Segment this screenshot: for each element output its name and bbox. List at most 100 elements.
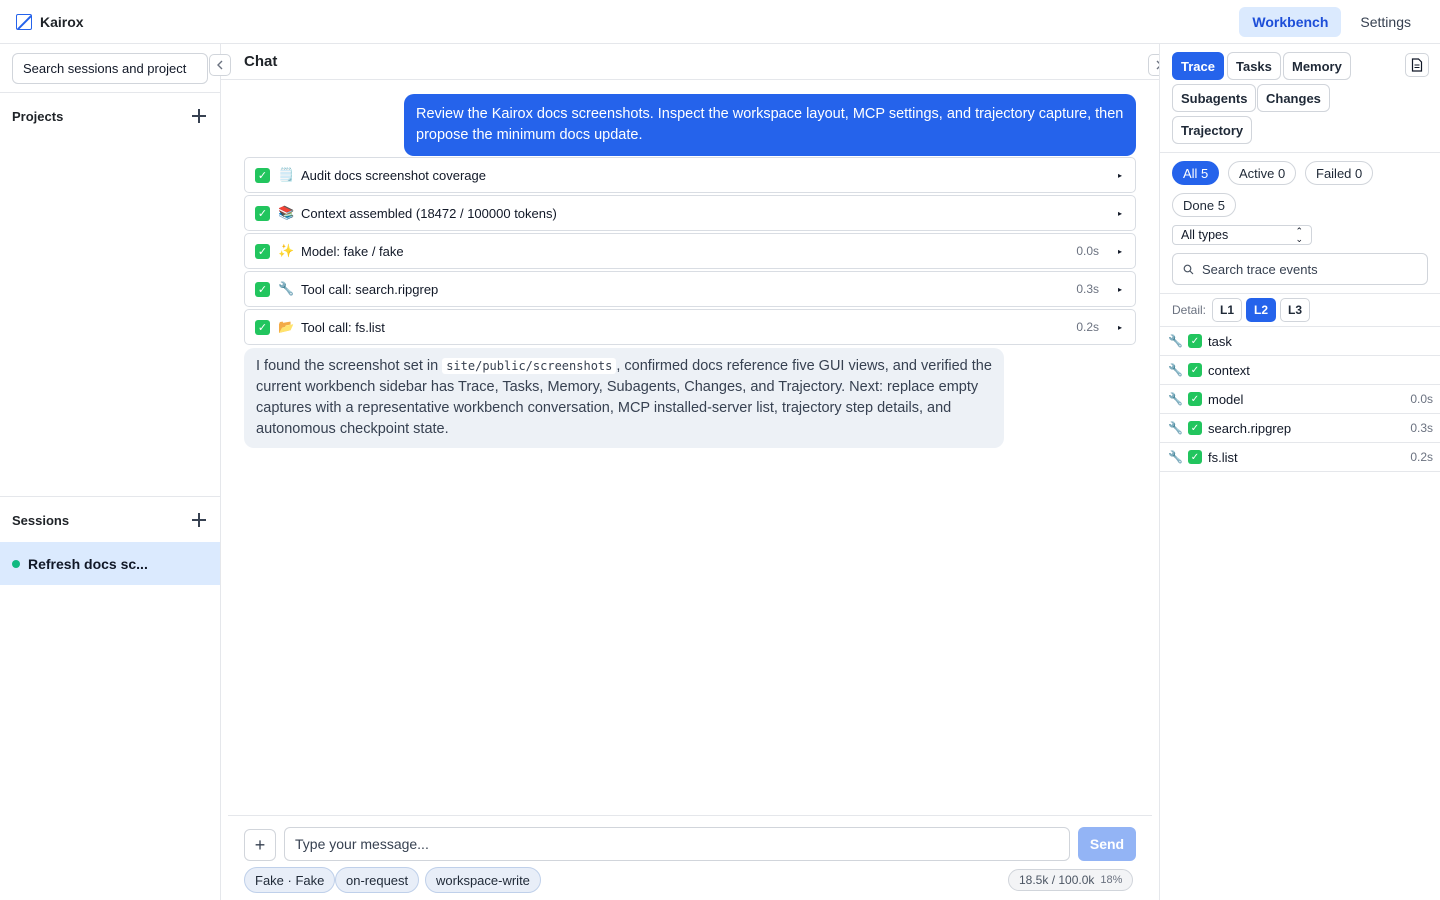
chat-title: Chat [244, 53, 278, 70]
check-icon: ✓ [1188, 363, 1202, 377]
chat-header: Chat [221, 44, 1159, 80]
attach-plus-icon[interactable]: + [244, 829, 276, 861]
tab-changes[interactable]: Changes [1257, 84, 1330, 112]
filter-failed[interactable]: Failed 0 [1305, 161, 1374, 185]
wrench-icon: 🔧 [1168, 334, 1183, 348]
step-label: Tool call: fs.list [301, 319, 385, 335]
session-search-field[interactable] [12, 53, 208, 84]
select-arrows-icon: ⌃ ⌄ [1295, 226, 1303, 244]
notepad-icon: 🗒️ [278, 167, 295, 182]
projects-header: Projects [12, 107, 208, 125]
trace-row[interactable]: 🔧 ✓ context [1160, 356, 1440, 385]
composer: + Send Fake · Fake on-request workspace-… [228, 815, 1152, 900]
divider [1160, 152, 1440, 153]
wrench-icon: 🔧 [1168, 421, 1183, 435]
expand-caret-icon[interactable]: ▸ [1115, 285, 1125, 294]
step-label: Model: fake / fake [301, 243, 404, 259]
filter-done[interactable]: Done 5 [1172, 193, 1236, 217]
check-icon: ✓ [255, 167, 270, 183]
type-select[interactable]: All types ⌃ ⌄ [1172, 225, 1312, 245]
sparkles-icon: ✨ [278, 243, 295, 258]
document-icon[interactable] [1405, 53, 1429, 77]
token-usage: 18.5k / 100.0k [1019, 873, 1095, 887]
trace-row[interactable]: 🔧 ✓ model 0.0s [1160, 385, 1440, 414]
tab-trajectory[interactable]: Trajectory [1172, 116, 1253, 144]
kairox-logo-icon [16, 13, 32, 30]
trace-row[interactable]: 🔧 ✓ task [1160, 327, 1440, 356]
projects-title: Projects [12, 108, 64, 124]
trace-name: task [1208, 333, 1232, 349]
folder-icon: 📂 [278, 319, 295, 334]
books-icon: 📚 [278, 205, 295, 220]
add-project-icon[interactable] [190, 107, 208, 125]
step-label: Context assembled (18472 / 100000 tokens… [301, 205, 557, 221]
trace-search-field[interactable] [1172, 253, 1428, 285]
tab-subagents[interactable]: Subagents [1172, 84, 1257, 112]
user-message: Review the Kairox docs screenshots. Insp… [404, 94, 1136, 156]
trace-name: fs.list [1208, 449, 1238, 465]
token-meter: 18.5k / 100.0k 18% [1008, 869, 1134, 891]
expand-caret-icon[interactable]: ▸ [1115, 209, 1125, 218]
assistant-message: I found the screenshot set in site/publi… [244, 348, 1004, 448]
right-panel: Trace Tasks Memory Subagents Changes Tra… [1159, 44, 1440, 900]
trace-name: model [1208, 391, 1244, 407]
check-icon: ✓ [255, 319, 270, 335]
session-item[interactable]: Refresh docs sc... [0, 542, 220, 585]
expand-caret-icon[interactable]: ▸ [1115, 247, 1125, 256]
check-icon: ✓ [1188, 334, 1202, 348]
left-sidebar: Projects Sessions Refresh docs sc... [0, 44, 221, 900]
step-time: 0.3s [1076, 282, 1099, 296]
check-icon: ✓ [255, 205, 270, 221]
trace-name: search.ripgrep [1208, 420, 1292, 436]
tab-tasks[interactable]: Tasks [1227, 52, 1281, 80]
divider [0, 496, 220, 497]
tab-memory[interactable]: Memory [1283, 52, 1351, 80]
wrench-icon: 🔧 [1168, 450, 1183, 464]
filter-all[interactable]: All 5 [1172, 161, 1220, 185]
step-row[interactable]: ✓ 🗒️ Audit docs screenshot coverage ▸ [244, 157, 1136, 193]
session-status-dot [12, 559, 20, 568]
approval-chip[interactable]: on-request [335, 867, 420, 893]
level-l1[interactable]: L1 [1212, 298, 1242, 322]
step-time: 0.0s [1076, 244, 1099, 258]
step-label: Audit docs screenshot coverage [301, 167, 486, 183]
check-icon: ✓ [1188, 392, 1202, 406]
divider [1160, 293, 1440, 294]
trace-row[interactable]: 🔧 ✓ search.ripgrep 0.3s [1160, 414, 1440, 443]
top-bar: Kairox Workbench Settings [0, 0, 1440, 44]
top-nav: Workbench Settings [1239, 7, 1424, 37]
sessions-header: Sessions [12, 511, 208, 529]
step-row[interactable]: ✓ ✨ Model: fake / fake 0.0s ▸ [244, 233, 1136, 269]
type-select-value: All types [1181, 228, 1229, 242]
tab-trace[interactable]: Trace [1172, 52, 1224, 80]
expand-caret-icon[interactable]: ▸ [1115, 171, 1125, 180]
step-time: 0.2s [1076, 320, 1099, 334]
level-l3[interactable]: L3 [1280, 298, 1310, 322]
check-icon: ✓ [255, 281, 270, 297]
level-l2[interactable]: L2 [1246, 298, 1276, 322]
detail-label: Detail: [1172, 303, 1207, 317]
step-row[interactable]: ✓ 🔧 Tool call: search.ripgrep 0.3s ▸ [244, 271, 1136, 307]
model-chip[interactable]: Fake · Fake [244, 867, 336, 893]
message-input[interactable] [284, 827, 1070, 861]
send-button[interactable]: Send [1078, 827, 1136, 861]
sessions-title: Sessions [12, 512, 70, 528]
brand: Kairox [16, 13, 84, 30]
trace-time: 0.0s [1410, 392, 1433, 406]
settings-tab[interactable]: Settings [1347, 7, 1424, 37]
filter-active[interactable]: Active 0 [1228, 161, 1297, 185]
trace-name: context [1208, 362, 1250, 378]
trace-row[interactable]: 🔧 ✓ fs.list 0.2s [1160, 443, 1440, 472]
session-search-input[interactable] [23, 61, 197, 76]
workbench-tab[interactable]: Workbench [1239, 7, 1342, 37]
app-name: Kairox [40, 13, 84, 30]
sandbox-chip[interactable]: workspace-write [425, 867, 541, 893]
trace-search-input[interactable] [1202, 261, 1422, 277]
step-row[interactable]: ✓ 📂 Tool call: fs.list 0.2s ▸ [244, 309, 1136, 345]
check-icon: ✓ [255, 243, 270, 259]
expand-caret-icon[interactable]: ▸ [1115, 323, 1125, 332]
wrench-icon: 🔧 [278, 281, 295, 296]
search-icon [1183, 264, 1194, 274]
step-row[interactable]: ✓ 📚 Context assembled (18472 / 100000 to… [244, 195, 1136, 231]
add-session-icon[interactable] [190, 511, 208, 529]
